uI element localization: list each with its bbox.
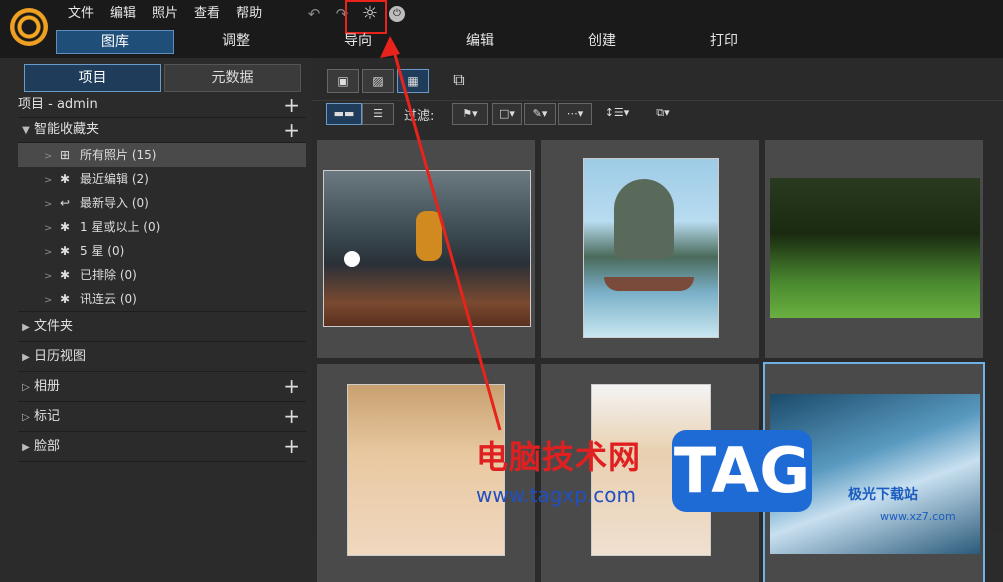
watermark-tag-logo: TAG [672,430,812,512]
watermark-site2: 极光下载站 [848,487,918,503]
watermark-cn: 电脑技术网 [476,438,642,476]
arrow-line [390,43,502,431]
watermark-site2-url: www.xz7.com [880,510,956,523]
watermark-url: www.tagxp.com [476,483,636,507]
arrow-head [380,36,400,58]
